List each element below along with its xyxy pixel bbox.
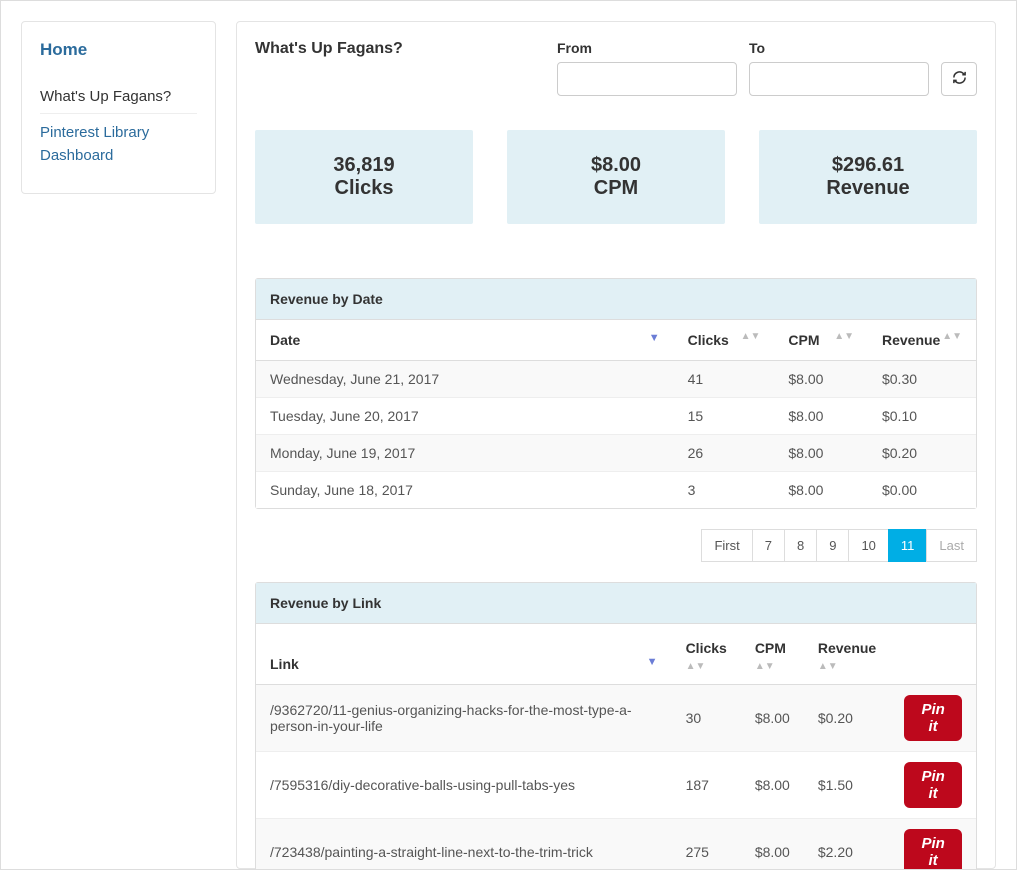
col-cpm-header[interactable]: CPM▲▼ bbox=[741, 624, 804, 685]
page-11[interactable]: 11 bbox=[888, 529, 928, 562]
sort-desc-icon: ▼ bbox=[647, 656, 658, 668]
page-first[interactable]: First bbox=[701, 529, 752, 562]
stat-revenue-label: Revenue bbox=[769, 177, 967, 200]
to-label: To bbox=[749, 40, 929, 56]
revenue-by-date-title: Revenue by Date bbox=[256, 279, 976, 320]
cell-revenue: $2.20 bbox=[804, 819, 890, 870]
col-link-header[interactable]: Link▼ bbox=[256, 624, 672, 685]
table-row: Monday, June 19, 201726$8.00$0.20 bbox=[256, 435, 976, 472]
cell-revenue: $1.50 bbox=[804, 752, 890, 819]
cell-cpm: $8.00 bbox=[774, 435, 868, 472]
pin-it-button[interactable]: Pin it bbox=[904, 695, 962, 741]
stat-clicks-label: Clicks bbox=[265, 177, 463, 200]
cell-clicks: 15 bbox=[674, 398, 775, 435]
page-last[interactable]: Last bbox=[926, 529, 977, 562]
cell-link: /9362720/11-genius-organizing-hacks-for-… bbox=[256, 685, 672, 752]
stat-cpm-label: CPM bbox=[517, 177, 715, 200]
pin-it-button[interactable]: Pin it bbox=[904, 762, 962, 808]
cell-cpm: $8.00 bbox=[774, 472, 868, 509]
refresh-icon bbox=[952, 70, 967, 88]
from-date-input[interactable] bbox=[558, 65, 759, 93]
cell-link: /7595316/diy-decorative-balls-using-pull… bbox=[256, 752, 672, 819]
cell-clicks: 275 bbox=[672, 819, 741, 870]
cell-date: Tuesday, June 20, 2017 bbox=[256, 398, 674, 435]
revenue-by-link-title: Revenue by Link bbox=[256, 583, 976, 624]
cell-cpm: $8.00 bbox=[741, 752, 804, 819]
table-row: /723438/painting-a-straight-line-next-to… bbox=[256, 819, 976, 870]
from-label: From bbox=[557, 40, 737, 56]
page-title: What's Up Fagans? bbox=[255, 40, 539, 96]
sort-icon: ▲▼ bbox=[686, 662, 706, 672]
col-clicks-header[interactable]: Clicks▲▼ bbox=[674, 320, 775, 361]
col-action-header bbox=[890, 624, 976, 685]
cell-revenue: $0.20 bbox=[804, 685, 890, 752]
table-row: Sunday, June 18, 20173$8.00$0.00 bbox=[256, 472, 976, 509]
sidebar-home-link[interactable]: Home bbox=[40, 40, 197, 60]
cell-revenue: $0.00 bbox=[868, 472, 976, 509]
col-clicks-header[interactable]: Clicks▲▼ bbox=[672, 624, 741, 685]
main-panel: What's Up Fagans? From To bbox=[236, 21, 996, 869]
cell-clicks: 30 bbox=[672, 685, 741, 752]
sidebar-current-site: What's Up Fagans? bbox=[40, 80, 197, 114]
to-date-input[interactable] bbox=[750, 65, 951, 93]
sort-desc-icon: ▼ bbox=[649, 332, 660, 344]
revenue-by-link-table: Link▼ Clicks▲▼ CPM▲▼ Revenue▲▼ /9362720/… bbox=[256, 624, 976, 870]
sort-icon: ▲▼ bbox=[818, 662, 838, 672]
cell-clicks: 3 bbox=[674, 472, 775, 509]
cell-cpm: $8.00 bbox=[741, 819, 804, 870]
page-10[interactable]: 10 bbox=[848, 529, 888, 562]
pagination: First 7 8 9 10 11 Last bbox=[255, 529, 977, 562]
revenue-by-date-panel: Revenue by Date Date▼ Clicks▲▼ CPM▲▼ Rev… bbox=[255, 278, 977, 509]
cell-date: Wednesday, June 21, 2017 bbox=[256, 361, 674, 398]
table-row: /7595316/diy-decorative-balls-using-pull… bbox=[256, 752, 976, 819]
col-revenue-header[interactable]: Revenue▲▼ bbox=[804, 624, 890, 685]
sort-icon: ▲▼ bbox=[755, 662, 775, 672]
table-row: Tuesday, June 20, 201715$8.00$0.10 bbox=[256, 398, 976, 435]
cell-clicks: 187 bbox=[672, 752, 741, 819]
sidebar: Home What's Up Fagans? Pinterest Library… bbox=[21, 21, 216, 194]
cell-revenue: $0.10 bbox=[868, 398, 976, 435]
col-cpm-header[interactable]: CPM▲▼ bbox=[774, 320, 868, 361]
cell-revenue: $0.20 bbox=[868, 435, 976, 472]
col-revenue-header[interactable]: Revenue▲▼ bbox=[868, 320, 976, 361]
cell-date: Sunday, June 18, 2017 bbox=[256, 472, 674, 509]
page-9[interactable]: 9 bbox=[816, 529, 849, 562]
cell-clicks: 26 bbox=[674, 435, 775, 472]
cell-date: Monday, June 19, 2017 bbox=[256, 435, 674, 472]
page-7[interactable]: 7 bbox=[752, 529, 785, 562]
page-8[interactable]: 8 bbox=[784, 529, 817, 562]
revenue-by-link-panel: Revenue by Link Link▼ Clicks▲▼ CPM▲▼ Rev… bbox=[255, 582, 977, 870]
cell-clicks: 41 bbox=[674, 361, 775, 398]
sort-icon: ▲▼ bbox=[741, 332, 761, 342]
refresh-button[interactable] bbox=[941, 62, 977, 96]
stat-revenue: $296.61 Revenue bbox=[759, 130, 977, 224]
sort-icon: ▲▼ bbox=[942, 332, 962, 342]
revenue-by-date-table: Date▼ Clicks▲▼ CPM▲▼ Revenue▲▼ Wednesday… bbox=[256, 320, 976, 508]
stat-cpm: $8.00 CPM bbox=[507, 130, 725, 224]
pin-it-button[interactable]: Pin it bbox=[904, 829, 962, 870]
cell-revenue: $0.30 bbox=[868, 361, 976, 398]
cell-link: /723438/painting-a-straight-line-next-to… bbox=[256, 819, 672, 870]
table-row: /9362720/11-genius-organizing-hacks-for-… bbox=[256, 685, 976, 752]
stat-cpm-value: $8.00 bbox=[517, 154, 715, 177]
col-date-header[interactable]: Date▼ bbox=[256, 320, 674, 361]
table-row: Wednesday, June 21, 201741$8.00$0.30 bbox=[256, 361, 976, 398]
cell-cpm: $8.00 bbox=[774, 361, 868, 398]
cell-cpm: $8.00 bbox=[741, 685, 804, 752]
stat-clicks: 36,819 Clicks bbox=[255, 130, 473, 224]
cell-cpm: $8.00 bbox=[774, 398, 868, 435]
sidebar-pinterest-dashboard-link[interactable]: Pinterest Library Dashboard bbox=[40, 114, 197, 175]
stat-revenue-value: $296.61 bbox=[769, 154, 967, 177]
sort-icon: ▲▼ bbox=[834, 332, 854, 342]
stat-clicks-value: 36,819 bbox=[265, 154, 463, 177]
